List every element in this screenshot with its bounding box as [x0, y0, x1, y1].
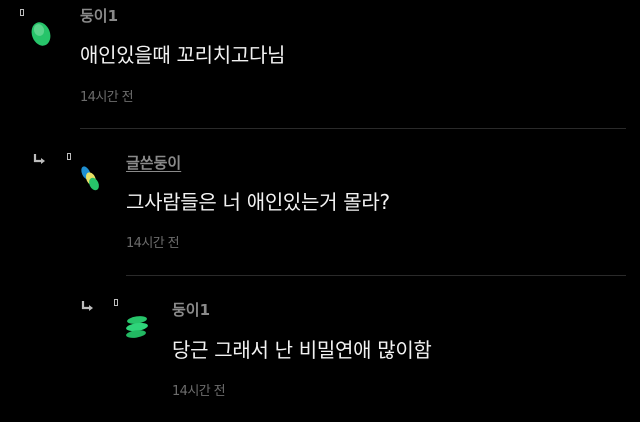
comment-item: 둥이1 애인있을때 꼬리치고다님 14시간 전 [0, 0, 640, 130]
flag-icon[interactable] [67, 153, 71, 160]
stacked-bean-avatar-icon[interactable] [124, 314, 150, 344]
comment-text: 당근 그래서 난 비밀연애 많이함 [172, 338, 432, 362]
flag-icon[interactable] [20, 9, 24, 16]
green-bean-avatar-icon[interactable] [28, 18, 54, 48]
comment-timestamp: 14시간 전 [172, 384, 226, 399]
multi-bean-avatar-icon[interactable] [78, 164, 104, 194]
flag-icon[interactable] [114, 299, 118, 306]
comment-author[interactable]: 둥이1 [80, 7, 118, 25]
comment-author[interactable]: 글쓴둥이 [126, 154, 181, 172]
reply-arrow-icon [81, 301, 93, 311]
comment-author[interactable]: 둥이1 [172, 301, 210, 319]
comment-text: 그사람들은 너 애인있는거 몰라? [126, 190, 390, 214]
comment-timestamp: 14시간 전 [80, 90, 134, 105]
comment-thread: 둥이1 애인있을때 꼬리치고다님 14시간 전 글쓴둥이 그사람들은 너 애인있… [0, 0, 640, 422]
comment-divider [80, 128, 626, 129]
comment-reply-item: 둥이1 당근 그래서 난 비밀연애 많이함 14시간 전 [0, 276, 640, 422]
comment-text: 애인있을때 꼬리치고다님 [80, 43, 286, 67]
comment-timestamp: 14시간 전 [126, 236, 180, 251]
comment-reply-item: 글쓴둥이 그사람들은 너 애인있는거 몰라? 14시간 전 [0, 130, 640, 276]
reply-arrow-icon [33, 154, 45, 164]
